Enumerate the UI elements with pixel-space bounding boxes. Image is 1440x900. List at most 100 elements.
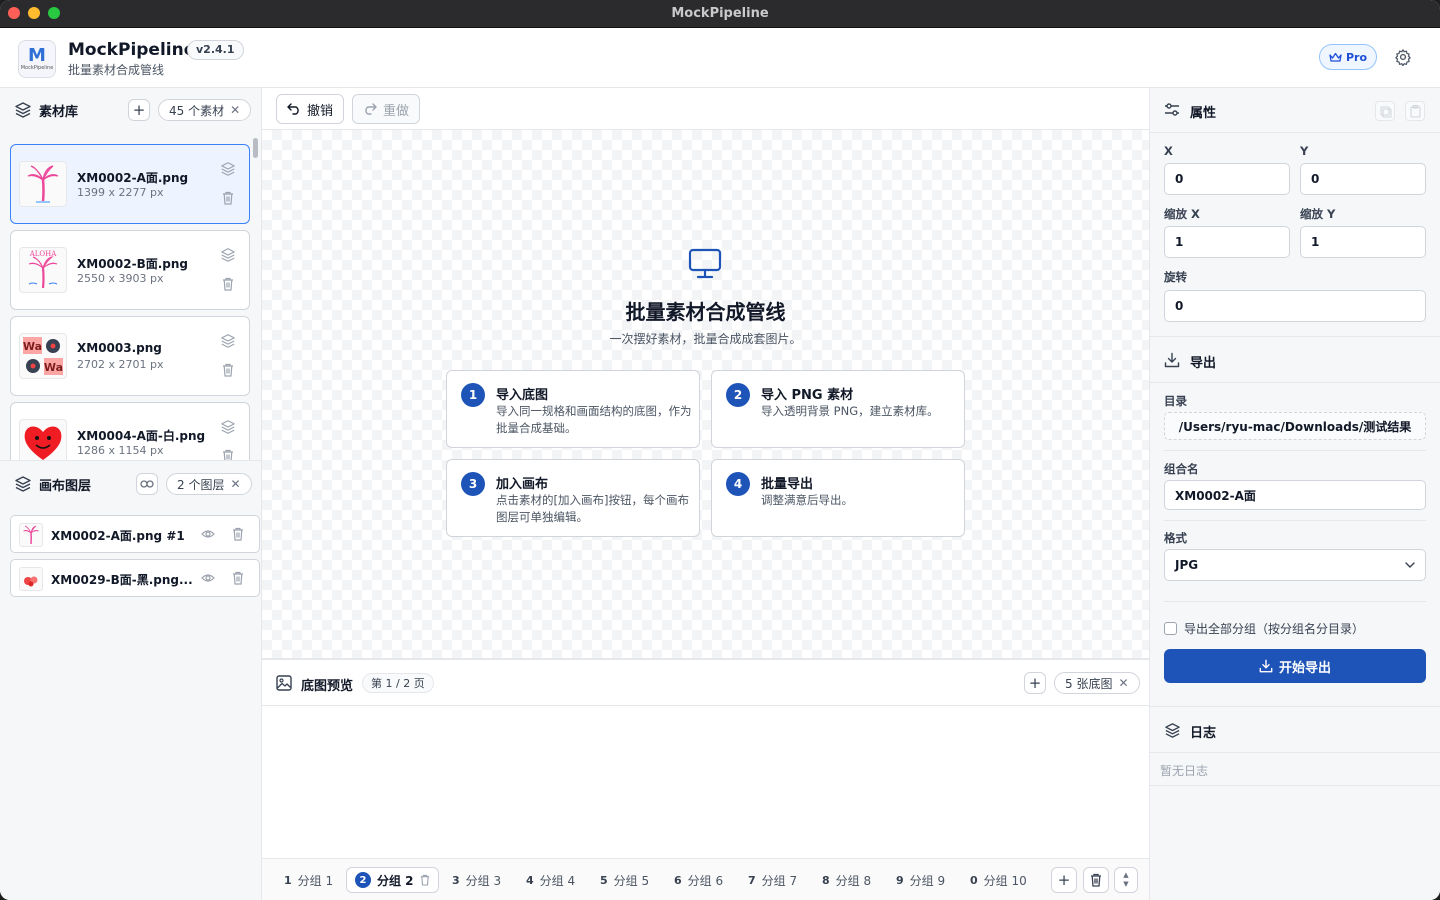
- paste-props-button[interactable]: [1405, 101, 1425, 121]
- trash-icon[interactable]: [222, 363, 234, 377]
- copy-props-button[interactable]: [1375, 101, 1395, 121]
- start-export-button[interactable]: 开始导出: [1164, 649, 1426, 683]
- add-group-button[interactable]: +: [1051, 867, 1077, 893]
- group-tab[interactable]: 6 分组 6: [666, 867, 731, 893]
- group-tab[interactable]: 3 分组 3: [444, 867, 509, 893]
- chevron-up-icon[interactable]: ▲: [1123, 871, 1128, 880]
- divider: [1150, 132, 1440, 133]
- plus-icon: +: [132, 101, 146, 119]
- group-tab[interactable]: 7 分组 7: [740, 867, 805, 893]
- canvas-area[interactable]: 批量素材合成管线 一次摆好素材，批量合成成套图片。 1 导入底图 导入同一规格和…: [262, 130, 1149, 658]
- preview-header: 底图预览 第 1 / 2 页 + 5 张底图 ✕: [262, 660, 1149, 706]
- close-window-button[interactable]: [8, 7, 20, 19]
- add-to-canvas-icon[interactable]: [220, 247, 236, 263]
- minimize-window-button[interactable]: [28, 7, 40, 19]
- eye-icon[interactable]: [201, 527, 215, 541]
- divider: [1150, 382, 1440, 383]
- settings-button[interactable]: [1392, 46, 1414, 68]
- rotate-input[interactable]: 0: [1164, 290, 1426, 322]
- asset-name: XM0004-A面-白.png: [77, 429, 206, 443]
- library-header: 素材库 + 45 个素材 ✕: [0, 88, 262, 132]
- add-asset-button[interactable]: +: [128, 99, 150, 121]
- group-tab[interactable]: 1 分组 1: [276, 867, 341, 893]
- copy-icon: [1380, 106, 1392, 118]
- step-title: 导入底图: [496, 388, 549, 403]
- asset-count-pill[interactable]: 45 个素材 ✕: [158, 99, 252, 121]
- clear-layers-icon[interactable]: ✕: [230, 477, 240, 491]
- asset-item[interactable]: XM0002-A面.png 1399 x 2277 px: [10, 144, 250, 224]
- format-select[interactable]: JPG: [1164, 549, 1426, 581]
- group-tab[interactable]: 8 分组 8: [814, 867, 879, 893]
- add-to-canvas-icon[interactable]: [220, 419, 236, 435]
- trash-icon[interactable]: [420, 874, 430, 886]
- layer-item[interactable]: XM0002-A面.png #1: [10, 515, 260, 553]
- trash-icon[interactable]: [232, 571, 244, 585]
- clear-assets-icon[interactable]: ✕: [230, 103, 240, 117]
- image-icon: [276, 675, 292, 691]
- pro-label: Pro: [1345, 50, 1368, 64]
- trash-icon[interactable]: [232, 527, 244, 541]
- eye-icon[interactable]: [201, 571, 215, 585]
- asset-thumbnail: [19, 161, 67, 207]
- scale-x-input[interactable]: 1: [1164, 226, 1290, 258]
- logo-mark: M: [28, 45, 46, 66]
- asset-list-scrollbar[interactable]: [253, 138, 258, 158]
- step-number: 4: [726, 472, 750, 496]
- plus-icon: +: [1028, 674, 1042, 692]
- link-layers-button[interactable]: [136, 473, 158, 495]
- chevron-down-icon[interactable]: ▼: [1123, 880, 1128, 889]
- asset-item[interactable]: Wa Wa XM0003.png 2702 x 2701 px: [10, 316, 250, 396]
- export-all-option[interactable]: 导出全部分组（按分组名分目录）: [1164, 620, 1364, 637]
- group-tab[interactable]: 0 分组 10: [962, 867, 1035, 893]
- trash-icon[interactable]: [222, 449, 234, 460]
- x-input[interactable]: 0: [1164, 163, 1290, 195]
- redo-button[interactable]: 重做: [352, 94, 421, 124]
- group-tab[interactable]: 9 分组 9: [888, 867, 953, 893]
- output-dir-picker[interactable]: /Users/ryu-mac/Downloads/测试结果: [1164, 412, 1426, 440]
- traffic-lights: [8, 7, 60, 19]
- asset-item[interactable]: XM0004-A面-白.png 1286 x 1154 px: [10, 402, 250, 460]
- group-tab[interactable]: 4 分组 4: [518, 867, 583, 893]
- group-scroll-stepper[interactable]: ▲ ▼: [1114, 867, 1138, 893]
- asset-item[interactable]: ALOHA XM0002-B面.png 2550 x 3903 px: [10, 230, 250, 310]
- pro-button[interactable]: Pro: [1319, 44, 1377, 70]
- preview-area[interactable]: [262, 706, 1149, 858]
- y-input[interactable]: 0: [1300, 163, 1426, 195]
- group-tab-label: 分组 1: [297, 873, 334, 888]
- layer-item[interactable]: XM0029-B面-黑.png...: [10, 559, 260, 597]
- group-tab-label: 分组 3: [465, 873, 502, 888]
- undo-button[interactable]: 撤销: [276, 94, 345, 124]
- layers-icon: [1165, 723, 1180, 738]
- add-to-canvas-icon[interactable]: [220, 333, 236, 349]
- group-tab-number: 7: [748, 873, 756, 887]
- group-name-input[interactable]: XM0002-A面: [1164, 480, 1426, 510]
- group-tab[interactable]: 5 分组 5: [592, 867, 657, 893]
- canvas-empty-subtitle: 一次摆好素材，批量合成成套图片。: [609, 332, 802, 346]
- clear-base-images-icon[interactable]: ✕: [1118, 676, 1128, 690]
- export-all-checkbox[interactable]: [1164, 622, 1177, 635]
- base-image-count-pill[interactable]: 5 张底图 ✕: [1054, 672, 1140, 694]
- group-tab-number: 3: [452, 873, 460, 887]
- delete-group-button[interactable]: [1083, 867, 1109, 893]
- maximize-window-button[interactable]: [48, 7, 60, 19]
- layers-icon: [15, 102, 31, 118]
- step-number: 2: [726, 383, 750, 407]
- trash-icon[interactable]: [222, 191, 234, 205]
- group-tab-number: 5: [600, 873, 608, 887]
- scale-x-label: 缩放 X: [1164, 207, 1200, 221]
- group-tab-active[interactable]: 2 分组 2: [346, 867, 439, 893]
- scale-y-input[interactable]: 1: [1300, 226, 1426, 258]
- group-tab-label: 分组 10: [983, 873, 1027, 888]
- trash-icon[interactable]: [222, 277, 234, 291]
- download-icon: [1259, 659, 1273, 673]
- crown-icon: [1329, 52, 1342, 62]
- left-panel: 素材库 + 45 个素材 ✕ XM0002-A面.png 1399 x 2277…: [0, 88, 262, 900]
- group-tab-number: 6: [674, 873, 682, 887]
- add-base-image-button[interactable]: +: [1024, 672, 1046, 694]
- asset-list[interactable]: XM0002-A面.png 1399 x 2277 px ALOHA XM000…: [10, 144, 250, 460]
- layer-count-pill[interactable]: 2 个图层 ✕: [166, 473, 252, 495]
- step-description: 点击素材的[加入画布]按钮，每个画布图层可单独编辑。: [496, 493, 689, 524]
- add-to-canvas-icon[interactable]: [220, 161, 236, 177]
- step-number: 1: [461, 383, 485, 407]
- group-tab-label: 分组 2: [377, 873, 414, 888]
